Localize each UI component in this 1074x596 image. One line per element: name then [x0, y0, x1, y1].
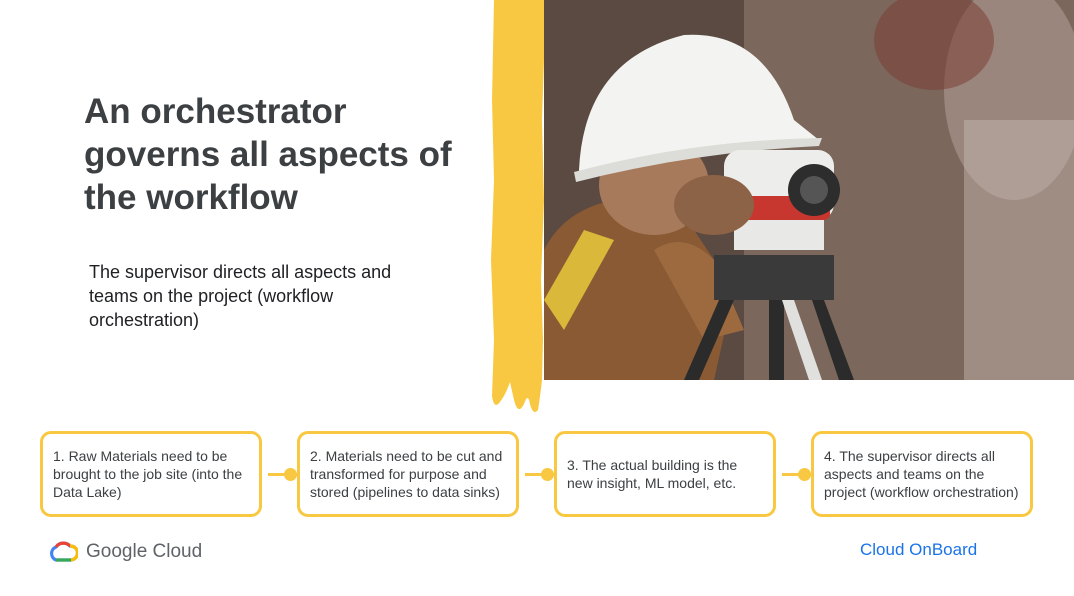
flow-step-1: 1. Raw Materials need to be brought to t… — [40, 431, 262, 517]
flow-step-label: 3. The actual building is the new insigh… — [567, 457, 738, 491]
flow-step-4: 4. The supervisor directs all aspects an… — [811, 431, 1033, 517]
slide: An orchestrator governs all aspects of t… — [0, 0, 1074, 596]
flow-step-label: 1. Raw Materials need to be brought to t… — [53, 448, 243, 500]
flow-connector-dot — [284, 468, 297, 481]
google-cloud-logo: Google Cloud — [48, 538, 202, 566]
flow-step-label: 2. Materials need to be cut and transfor… — [310, 448, 503, 500]
cloud-onboard-brand: Cloud OnBoard — [860, 540, 978, 559]
flow-step-label: 4. The supervisor directs all aspects an… — [824, 448, 1019, 500]
process-flow: 1. Raw Materials need to be brought to t… — [0, 0, 1074, 596]
flow-connector-dot — [798, 468, 811, 481]
google-cloud-logo-text: Google Cloud — [86, 541, 203, 562]
flow-step-2: 2. Materials need to be cut and transfor… — [297, 431, 519, 517]
google-cloud-icon — [50, 541, 78, 562]
flow-step-3: 3. The actual building is the new insigh… — [554, 431, 776, 517]
flow-connector-dot — [541, 468, 554, 481]
